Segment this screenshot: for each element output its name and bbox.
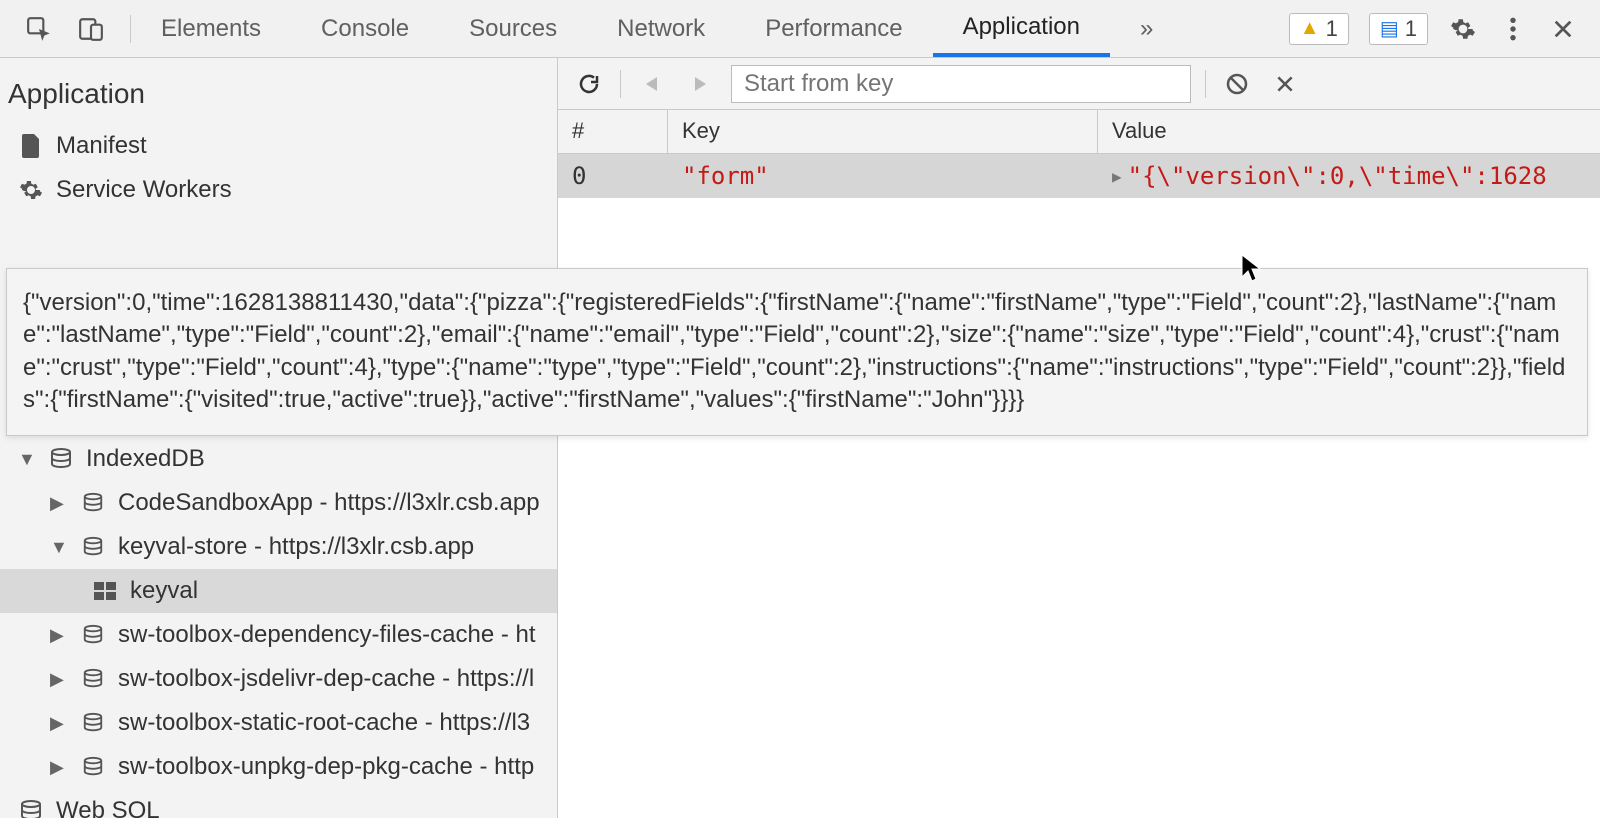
sidebar-item-objectstore-keyval[interactable]: keyval: [0, 569, 557, 613]
sidebar-item-db-sw-dep-files[interactable]: ▶ sw-toolbox-dependency-files-cache - ht: [0, 613, 557, 657]
separator: [1205, 70, 1206, 98]
tab-application[interactable]: Application: [933, 0, 1110, 57]
expander-icon: ▼: [18, 449, 36, 470]
inspect-icon[interactable]: [24, 14, 54, 44]
sidebar-label: Service Workers: [56, 176, 232, 204]
expander-icon: ▶: [50, 713, 68, 734]
sidebar-item-db-sw-unpkg[interactable]: ▶ sw-toolbox-unpkg-dep-pkg-cache - http: [0, 745, 557, 789]
sidebar-label: sw-toolbox-jsdelivr-dep-cache - https://…: [118, 665, 534, 693]
database-icon: [80, 666, 106, 692]
sidebar-item-indexeddb[interactable]: ▼ IndexedDB: [0, 437, 557, 481]
messages-count: 1: [1405, 16, 1417, 42]
column-key[interactable]: Key: [668, 110, 1098, 153]
content-pane: # Key Value 0 "form" ▶ "{\"version\":0,\…: [558, 58, 1600, 818]
expander-icon: ▼: [50, 537, 68, 558]
sidebar-label: Manifest: [56, 132, 147, 160]
start-key-search: [731, 65, 1191, 103]
warnings-count: 1: [1326, 16, 1338, 42]
database-icon: [80, 710, 106, 736]
sidebar-label: keyval-store - https://l3xlr.csb.app: [118, 533, 474, 561]
table-header: # Key Value: [558, 110, 1600, 154]
next-page-button[interactable]: [683, 67, 717, 101]
sidebar-label: CodeSandboxApp - https://l3xlr.csb.app: [118, 489, 540, 517]
expander-icon: ▶: [50, 493, 68, 514]
column-index[interactable]: #: [558, 110, 668, 153]
tab-elements[interactable]: Elements: [131, 0, 291, 57]
sidebar-label: sw-toolbox-unpkg-dep-pkg-cache - http: [118, 753, 534, 781]
database-icon: [80, 754, 106, 780]
tabbar-left: [0, 14, 130, 44]
sidebar-label: IndexedDB: [86, 445, 205, 473]
settings-icon[interactable]: [1448, 14, 1478, 44]
separator: [620, 70, 621, 98]
start-key-input[interactable]: [731, 65, 1191, 103]
sidebar-item-websql[interactable]: Web SQL: [0, 789, 557, 818]
tab-sources[interactable]: Sources: [439, 0, 587, 57]
table-icon: [92, 578, 118, 604]
sidebar-label: Web SQL: [56, 797, 160, 818]
database-icon: [48, 446, 74, 472]
sidebar-item-db-sw-static-root[interactable]: ▶ sw-toolbox-static-root-cache - https:/…: [0, 701, 557, 745]
sidebar-item-manifest[interactable]: Manifest: [0, 124, 557, 168]
kebab-menu-icon[interactable]: [1498, 14, 1528, 44]
section-title-application: Application: [0, 58, 557, 124]
warning-icon: ▲: [1300, 17, 1320, 40]
row-key: "form": [668, 154, 1098, 198]
tab-performance[interactable]: Performance: [735, 0, 932, 57]
main-area: Application Manifest Service Workers ▼ I…: [0, 58, 1600, 818]
sidebar-item-db-keyval-store[interactable]: ▼ keyval-store - https://l3xlr.csb.app: [0, 525, 557, 569]
tabbar-right: ▲ 1 ▤ 1: [1267, 13, 1600, 45]
expander-icon: ▶: [50, 757, 68, 778]
sidebar-label: keyval: [130, 577, 198, 605]
database-icon: [80, 534, 106, 560]
sidebar-item-db-codesandboxapp[interactable]: ▶ CodeSandboxApp - https://l3xlr.csb.app: [0, 481, 557, 525]
delete-selected-button[interactable]: [1268, 67, 1302, 101]
expand-value-icon[interactable]: ▶: [1112, 167, 1122, 186]
devtools-tabbar: Elements Console Sources Network Perform…: [0, 0, 1600, 58]
sidebar-label: sw-toolbox-dependency-files-cache - ht: [118, 621, 536, 649]
prev-page-button[interactable]: [635, 67, 669, 101]
gear-icon: [18, 177, 44, 203]
clear-objectstore-button[interactable]: [1220, 67, 1254, 101]
row-value: ▶ "{\"version\":0,\"time\":1628: [1098, 154, 1600, 198]
objectstore-toolbar: [558, 58, 1600, 110]
refresh-button[interactable]: [572, 67, 606, 101]
sidebar-item-service-workers[interactable]: Service Workers: [0, 168, 557, 212]
database-icon: [18, 798, 44, 818]
message-icon: ▤: [1380, 16, 1399, 41]
column-value[interactable]: Value: [1098, 110, 1600, 153]
sidebar-label: sw-toolbox-static-root-cache - https://l…: [118, 709, 530, 737]
tab-console[interactable]: Console: [291, 0, 439, 57]
messages-badge[interactable]: ▤ 1: [1369, 13, 1428, 45]
row-index: 0: [558, 154, 668, 198]
expander-icon: ▶: [50, 669, 68, 690]
tab-network[interactable]: Network: [587, 0, 735, 57]
close-devtools-icon[interactable]: [1548, 14, 1578, 44]
tab-more[interactable]: »: [1110, 0, 1183, 57]
doc-icon: [18, 133, 44, 159]
warnings-badge[interactable]: ▲ 1: [1289, 13, 1349, 45]
database-icon: [80, 622, 106, 648]
table-row[interactable]: 0 "form" ▶ "{\"version\":0,\"time\":1628: [558, 154, 1600, 198]
device-toggle-icon[interactable]: [76, 14, 106, 44]
expander-icon: ▶: [50, 625, 68, 646]
application-sidebar: Application Manifest Service Workers ▼ I…: [0, 58, 558, 818]
database-icon: [80, 490, 106, 516]
row-value-text: "{\"version\":0,\"time\":1628: [1128, 162, 1547, 190]
tabs: Elements Console Sources Network Perform…: [131, 0, 1183, 57]
sidebar-item-db-sw-jsdelivr[interactable]: ▶ sw-toolbox-jsdelivr-dep-cache - https:…: [0, 657, 557, 701]
value-tooltip: {"version":0,"time":1628138811430,"data"…: [6, 268, 1588, 436]
